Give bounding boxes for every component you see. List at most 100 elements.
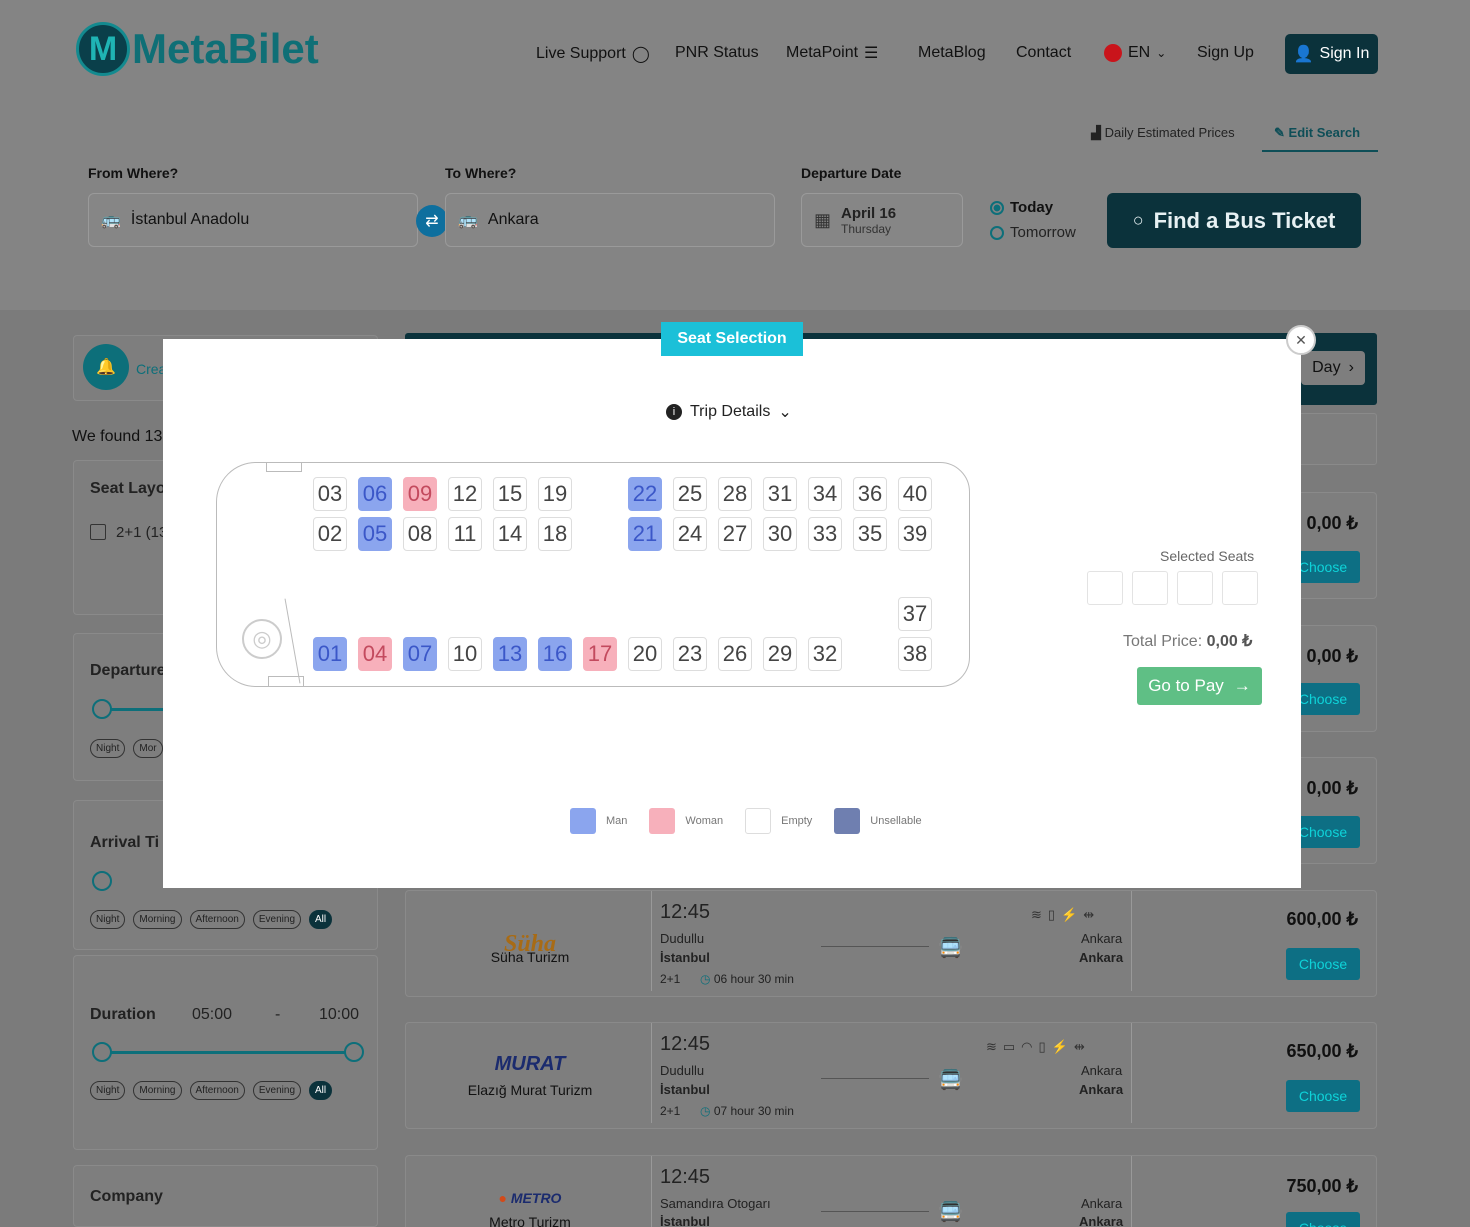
pill-morning[interactable]: Morning <box>133 1081 182 1100</box>
seat-33[interactable]: 33 <box>808 517 842 551</box>
radio-selected-icon <box>990 201 1004 216</box>
find-bus-ticket-button[interactable]: ○ Find a Bus Ticket <box>1107 193 1361 248</box>
create-alert-link[interactable]: Crea <box>136 361 166 377</box>
results-count: We found 13 <box>72 428 163 445</box>
pill-morning[interactable]: Mor <box>133 739 163 758</box>
company-logo: ● METRO <box>498 1190 562 1206</box>
edit-search-tab[interactable]: ✎ Edit Search <box>1262 125 1378 152</box>
nav-metablog[interactable]: MetaBlog <box>918 44 986 62</box>
duration-slider-max-handle[interactable] <box>344 1042 364 1062</box>
seat-12[interactable]: 12 <box>448 477 482 511</box>
seat-39[interactable]: 39 <box>898 517 932 551</box>
selected-seat-slot <box>1177 571 1213 605</box>
choose-button[interactable]: Choose <box>1286 1080 1360 1112</box>
seat-28[interactable]: 28 <box>718 477 752 511</box>
pill-night[interactable]: Night <box>90 910 126 929</box>
seat-08[interactable]: 08 <box>403 517 437 551</box>
logo[interactable]: M MetaBilet <box>76 22 319 76</box>
seat-26[interactable]: 26 <box>718 637 752 671</box>
to-label: To Where? <box>445 165 517 181</box>
seat-38[interactable]: 38 <box>898 637 932 671</box>
today-radio[interactable]: Today <box>990 199 1053 216</box>
seat-25[interactable]: 25 <box>673 477 707 511</box>
seat-31[interactable]: 31 <box>763 477 797 511</box>
departure-slider-handle[interactable] <box>92 699 112 719</box>
arrow-right-icon: → <box>1233 676 1251 695</box>
daily-prices-link[interactable]: ▟ Daily Estimated Prices <box>1091 125 1235 141</box>
to-input[interactable]: 🚌 Ankara <box>445 193 775 247</box>
close-modal-button[interactable]: ✕ <box>1286 325 1316 355</box>
company-panel: Company <box>73 1165 378 1227</box>
language-selector[interactable]: EN ⌄ <box>1104 44 1166 62</box>
sign-in-button[interactable]: 👤 Sign In <box>1285 34 1378 74</box>
seat-03[interactable]: 03 <box>313 477 347 511</box>
choose-button[interactable]: Choose <box>1286 948 1360 980</box>
seat-15[interactable]: 15 <box>493 477 527 511</box>
tomorrow-radio[interactable]: Tomorrow <box>990 224 1076 241</box>
selected-seat-slot <box>1087 571 1123 605</box>
selected-seats-label: Selected Seats <box>1160 548 1255 564</box>
seat-14[interactable]: 14 <box>493 517 527 551</box>
pill-all[interactable]: All <box>309 910 333 929</box>
duration-slider-min-handle[interactable] <box>92 1042 112 1062</box>
nav-pnr-status[interactable]: PNR Status <box>675 44 759 62</box>
choose-button[interactable]: Choose <box>1286 1212 1360 1227</box>
seat-20[interactable]: 20 <box>628 637 662 671</box>
seat-layout-checkbox[interactable] <box>90 524 106 540</box>
company-logo: MURAT <box>494 1053 566 1075</box>
pill-afternoon[interactable]: Afternoon <box>189 910 245 929</box>
pill-evening[interactable]: Evening <box>252 910 302 929</box>
info-icon: i <box>666 404 682 420</box>
seat-13: 13 <box>493 637 527 671</box>
seat-10[interactable]: 10 <box>448 637 482 671</box>
duration-panel: Duration 05:00 - 10:00 Night Morning After… <box>73 955 378 1150</box>
arrival-slider-handle[interactable] <box>92 871 112 891</box>
steering-wheel-icon: ◎ <box>242 619 282 659</box>
seat-34[interactable]: 34 <box>808 477 842 511</box>
seat-37[interactable]: 37 <box>898 597 932 631</box>
trip-details-toggle[interactable]: i Trip Details ⌄ <box>666 402 792 422</box>
seat-18[interactable]: 18 <box>538 517 572 551</box>
nav-metapoint[interactable]: MetaPoint ☰ <box>786 43 878 63</box>
from-input[interactable]: 🚌 İstanbul Anadolu <box>88 193 418 247</box>
pill-night[interactable]: Night <box>90 1081 126 1100</box>
pill-night[interactable]: Night <box>90 739 126 758</box>
seat-35[interactable]: 35 <box>853 517 887 551</box>
seat-09: 09 <box>403 477 437 511</box>
swap-arrows-icon: ⇄ <box>425 213 439 230</box>
radio-icon <box>990 226 1004 241</box>
date-input[interactable]: ▦ April 16 Thursday <box>801 193 963 247</box>
seat-30[interactable]: 30 <box>763 517 797 551</box>
seat-legend: Man Woman Empty Unsellable <box>570 808 922 834</box>
pill-evening[interactable]: Evening <box>252 1081 302 1100</box>
next-day-button[interactable]: Day › <box>1301 351 1365 385</box>
chart-icon: ▟ <box>1091 125 1101 140</box>
pill-all[interactable]: All <box>309 1081 333 1100</box>
seat-selection-tab[interactable]: Seat Selection <box>661 322 803 356</box>
nav-live-support[interactable]: Live Support ◯ <box>536 44 650 64</box>
nav-sign-up[interactable]: Sign Up <box>1197 44 1254 62</box>
trip-card: ● METRO Metro Turizm 12:45 Samandıra Oto… <box>405 1155 1377 1227</box>
go-to-pay-button[interactable]: Go to Pay → <box>1137 667 1262 705</box>
amenities-icons: ≋▯⚡⇹ <box>1031 907 1101 922</box>
seat-29[interactable]: 29 <box>763 637 797 671</box>
seat-27[interactable]: 27 <box>718 517 752 551</box>
seat-02[interactable]: 02 <box>313 517 347 551</box>
nav-contact[interactable]: Contact <box>1016 44 1071 62</box>
seat-07: 07 <box>403 637 437 671</box>
seat-24[interactable]: 24 <box>673 517 707 551</box>
brand-name: MetaBilet <box>132 25 319 72</box>
pill-morning[interactable]: Morning <box>133 910 182 929</box>
seat-23[interactable]: 23 <box>673 637 707 671</box>
clock-icon: ◷ <box>700 1104 711 1118</box>
seat-40[interactable]: 40 <box>898 477 932 511</box>
seat-36[interactable]: 36 <box>853 477 887 511</box>
legend-man-swatch <box>570 808 596 834</box>
trip-card: MURAT Elazığ Murat Turizm 12:45 Dudullu … <box>405 1022 1377 1129</box>
seat-16: 16 <box>538 637 572 671</box>
seat-19[interactable]: 19 <box>538 477 572 511</box>
seat-11[interactable]: 11 <box>448 517 482 551</box>
seat-32[interactable]: 32 <box>808 637 842 671</box>
pill-afternoon[interactable]: Afternoon <box>189 1081 245 1100</box>
swap-button[interactable]: ⇄ <box>416 205 448 237</box>
